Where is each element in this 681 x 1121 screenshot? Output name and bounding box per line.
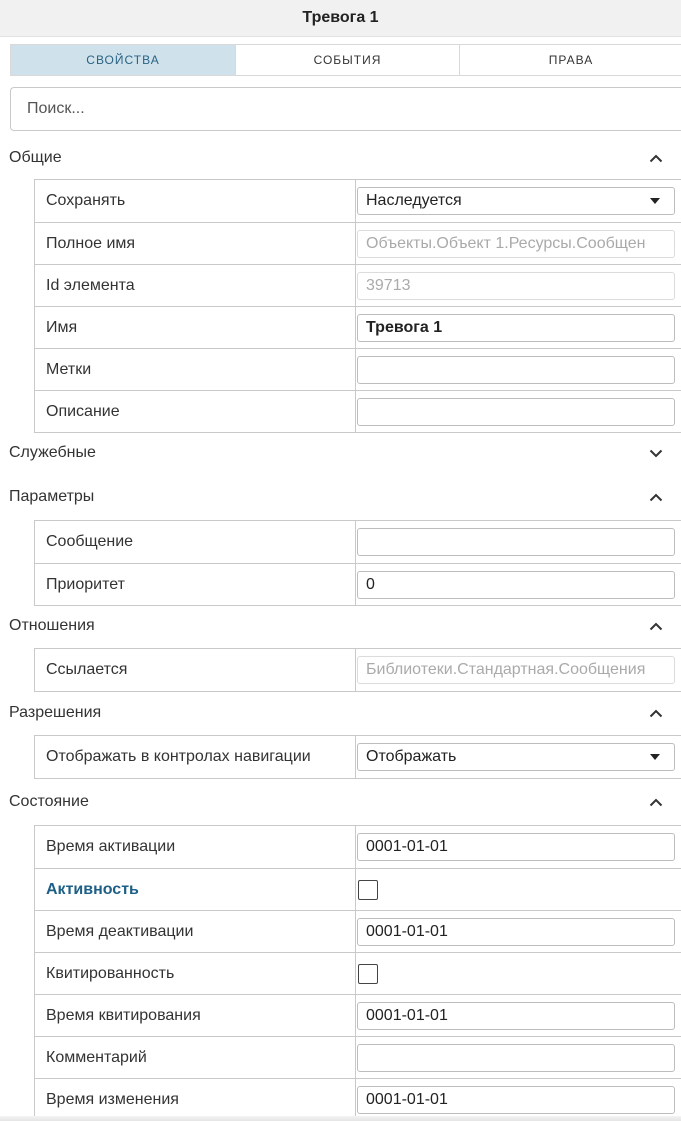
property-row-save: Сохранять Наследуется <box>35 180 681 222</box>
show-in-nav-select-value: Отображать <box>366 748 457 765</box>
property-row-description: Описание <box>35 390 681 432</box>
tab-properties[interactable]: СВОЙСТВА <box>11 45 236 75</box>
message-field[interactable] <box>357 528 675 556</box>
property-label: Полное имя <box>35 223 356 264</box>
section-permissions-header[interactable]: Разрешения <box>0 692 681 734</box>
section-state-grid: Время активации 0001-01-01 Активность Вр… <box>34 825 681 1121</box>
property-row-message: Сообщение <box>35 521 681 563</box>
section-permissions-grid: Отображать в контролах навигации Отображ… <box>34 735 681 779</box>
property-label: Комментарий <box>35 1037 356 1078</box>
property-row-ack-time: Время квитирования 0001-01-01 <box>35 994 681 1036</box>
tab-bar: СВОЙСТВА СОБЫТИЯ ПРАВА <box>10 44 681 76</box>
bottom-edge <box>0 1116 681 1121</box>
property-label: Время изменения <box>35 1079 356 1120</box>
section-relations-header[interactable]: Отношения <box>0 605 681 647</box>
property-row-comment: Комментарий <box>35 1036 681 1078</box>
tab-rights[interactable]: ПРАВА <box>460 45 681 75</box>
ack-time-field[interactable]: 0001-01-01 <box>357 1001 675 1030</box>
caret-down-icon <box>650 754 660 760</box>
section-parameters-header[interactable]: Параметры <box>0 476 681 518</box>
property-row-element-id: Id элемента 39713 <box>35 264 681 306</box>
property-row-change-time: Время изменения 0001-01-01 <box>35 1078 681 1120</box>
chevron-up-icon[interactable] <box>649 153 663 163</box>
property-label: Квитированность <box>35 953 356 994</box>
activation-time-field[interactable]: 0001-01-01 <box>357 833 675 861</box>
property-row-name: Имя Тревога 1 <box>35 306 681 348</box>
property-row-acknowledged: Квитированность <box>35 952 681 994</box>
window-title: Тревога 1 <box>302 9 379 26</box>
chevron-down-icon[interactable] <box>649 448 663 458</box>
property-row-show-in-nav: Отображать в контролах навигации Отображ… <box>35 736 681 778</box>
property-label: Имя <box>35 307 356 348</box>
property-label: Метки <box>35 349 356 390</box>
element-id-field: 39713 <box>357 271 675 300</box>
chevron-up-icon[interactable] <box>649 708 663 718</box>
comment-field[interactable] <box>357 1043 675 1072</box>
property-label: Сообщение <box>35 521 356 563</box>
save-select[interactable]: Наследуется <box>357 187 675 215</box>
property-label: Описание <box>35 391 356 432</box>
full-name-field: Объекты.Объект 1.Ресурсы.Сообщен <box>357 229 675 258</box>
property-label: Время деактивации <box>35 911 356 952</box>
chevron-up-icon[interactable] <box>649 492 663 502</box>
caret-down-icon <box>650 198 660 204</box>
property-label: Id элемента <box>35 265 356 306</box>
property-row-tags: Метки <box>35 348 681 390</box>
priority-field[interactable]: 0 <box>357 570 675 599</box>
section-state-title: Состояние <box>9 793 89 810</box>
property-label: Активность <box>35 869 356 910</box>
section-general-grid: Сохранять Наследуется Полное имя Объекты… <box>34 179 681 433</box>
acknowledged-checkbox[interactable] <box>358 963 378 984</box>
tags-field[interactable] <box>357 355 675 384</box>
name-field[interactable]: Тревога 1 <box>357 313 675 342</box>
section-general-title: Общие <box>9 149 62 166</box>
property-row-deactivation-time: Время деактивации 0001-01-01 <box>35 910 681 952</box>
tab-events[interactable]: СОБЫТИЯ <box>236 45 460 75</box>
search-input[interactable] <box>10 87 681 131</box>
chevron-up-icon[interactable] <box>649 621 663 631</box>
property-row-activity: Активность <box>35 868 681 910</box>
refers-field: Библиотеки.Стандартная.Сообщения <box>357 656 675 684</box>
section-general-header[interactable]: Общие <box>0 137 681 179</box>
section-service-header[interactable]: Служебные <box>0 432 681 474</box>
section-parameters-grid: Сообщение Приоритет 0 <box>34 520 681 606</box>
property-label: Ссылается <box>35 649 356 691</box>
save-select-value: Наследуется <box>366 192 462 209</box>
activity-checkbox[interactable] <box>358 879 378 900</box>
section-relations-title: Отношения <box>9 617 95 634</box>
property-label: Время квитирования <box>35 995 356 1036</box>
property-row-full-name: Полное имя Объекты.Объект 1.Ресурсы.Сооб… <box>35 222 681 264</box>
show-in-nav-select[interactable]: Отображать <box>357 743 675 771</box>
property-row-priority: Приоритет 0 <box>35 563 681 605</box>
section-service-title: Служебные <box>9 444 96 461</box>
section-parameters-title: Параметры <box>9 488 95 505</box>
property-label: Сохранять <box>35 180 356 222</box>
property-row-activation-time: Время активации 0001-01-01 <box>35 826 681 868</box>
deactivation-time-field[interactable]: 0001-01-01 <box>357 917 675 946</box>
window-title-bar: Тревога 1 <box>0 0 681 37</box>
property-row-refers: Ссылается Библиотеки.Стандартная.Сообщен… <box>35 649 681 691</box>
property-label: Время активации <box>35 826 356 868</box>
property-label: Приоритет <box>35 564 356 605</box>
change-time-field[interactable]: 0001-01-01 <box>357 1085 675 1114</box>
chevron-up-icon[interactable] <box>649 797 663 807</box>
section-state-header[interactable]: Состояние <box>0 781 681 823</box>
section-relations-grid: Ссылается Библиотеки.Стандартная.Сообщен… <box>34 648 681 692</box>
description-field[interactable] <box>357 397 675 426</box>
section-permissions-title: Разрешения <box>9 704 102 721</box>
property-label: Отображать в контролах навигации <box>35 736 356 778</box>
